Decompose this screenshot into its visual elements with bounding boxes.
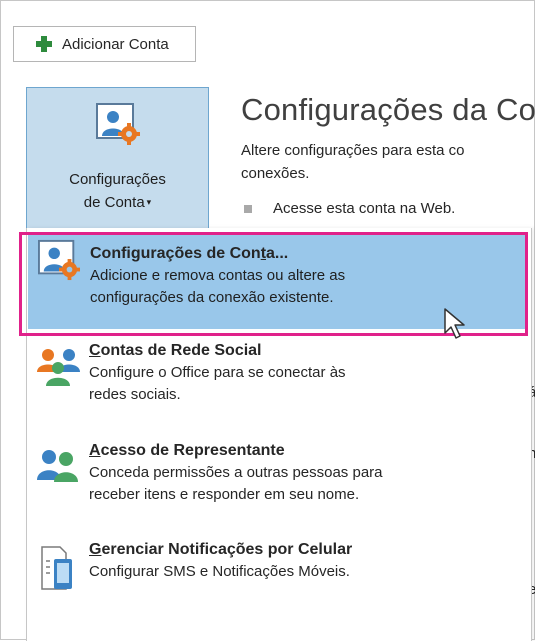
web-access-link[interactable]: Acesse esta conta na Web. [273, 200, 455, 217]
account-settings-dropdown-button[interactable]: Configurações de Conta ▾ [26, 87, 209, 232]
account-settings-label-line2: de Conta [83, 194, 145, 211]
menu-item-title-part: Configurações de Con [90, 245, 261, 262]
menu-item-title-part: cesso de Representante [100, 442, 285, 459]
chevron-down-icon: ▾ [146, 197, 152, 207]
add-account-button[interactable]: Adicionar Conta [13, 26, 196, 62]
add-account-label: Adicionar Conta [62, 35, 169, 53]
menu-item-title: Gerenciar Notificações por Celular [89, 539, 527, 561]
menu-item-title-part: erenciar Notificações por Celular [101, 541, 353, 558]
section-description-line1: Altere configurações para esta co [241, 142, 465, 159]
menu-item-description-line1: Conceda permissões a outras pessoas para [89, 464, 383, 481]
menu-item-delegate-access[interactable]: Acesso de Representante Conceda permissõ… [27, 440, 527, 536]
menu-item-description-line2: receber itens e responder em seu nome. [89, 486, 360, 503]
delegate-access-icon [27, 440, 89, 536]
mobile-notification-icon [27, 539, 89, 609]
web-access-link-row[interactable]: Acesse esta conta na Web. [244, 200, 455, 217]
mouse-cursor-icon [443, 307, 469, 346]
menu-item-description-line1: Configurar SMS e Notificações Móveis. [89, 563, 350, 580]
section-description: Altere configurações para esta co conexõ… [241, 139, 535, 185]
menu-item-accelerator: G [89, 541, 102, 558]
bullet-icon [244, 204, 252, 213]
account-settings-button-label: Configurações de Conta ▾ [69, 169, 166, 214]
menu-item-description-line2: configurações da conexão existente. [90, 289, 334, 306]
menu-item-description-line2: redes sociais. [89, 386, 181, 403]
section-description-line2: conexões. [241, 165, 310, 182]
menu-item-title-part: ontas de Rede Social [100, 342, 262, 359]
account-settings-label-line1: Configurações [69, 171, 166, 188]
menu-item-title: Configurações de Conta... [90, 243, 528, 265]
menu-item-accelerator: C [89, 342, 101, 359]
account-settings-icon [95, 102, 141, 151]
menu-item-description-line1: Adicione e remova contas ou altere as [90, 267, 346, 284]
top-border [0, 0, 535, 1]
menu-item-accelerator: A [89, 442, 101, 459]
menu-item-description-line1: Configure o Office para se conectar às [89, 364, 346, 381]
account-settings-icon [28, 233, 90, 329]
menu-item-title-part: a... [266, 245, 289, 262]
menu-item-title: Acesso de Representante [89, 440, 527, 462]
page-title: Configurações da Co [241, 92, 535, 127]
social-network-icon [27, 340, 89, 430]
plus-icon [36, 36, 52, 52]
menu-item-social-networks[interactable]: Contas de Rede Social Configure o Office… [27, 340, 527, 430]
account-settings-menu: Configurações de Conta... Adicione e rem… [26, 228, 532, 641]
menu-item-mobile-notifications[interactable]: Gerenciar Notificações por Celular Confi… [27, 539, 527, 609]
